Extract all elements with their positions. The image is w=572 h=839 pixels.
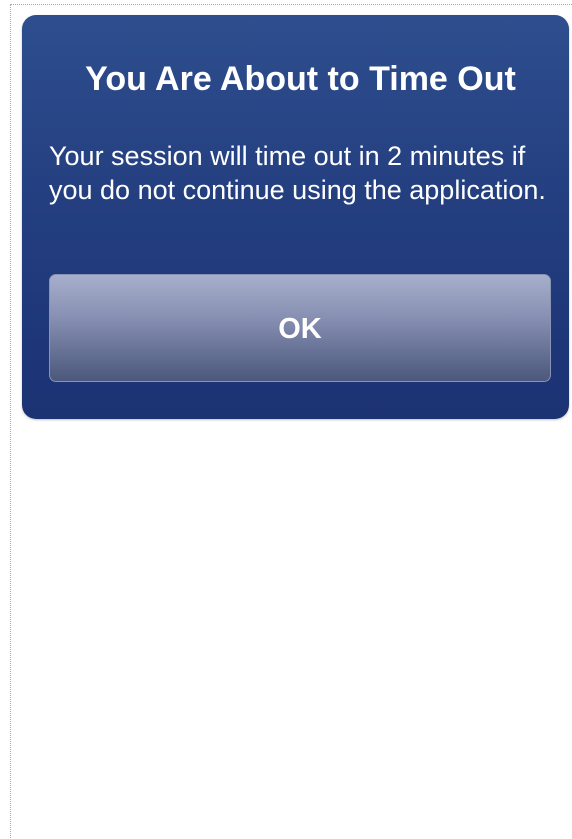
timeout-dialog: You Are About to Time Out Your session w…	[22, 15, 569, 419]
dialog-title: You Are About to Time Out	[85, 60, 516, 98]
ok-button-label: OK	[278, 313, 322, 345]
ok-button[interactable]: OK	[49, 274, 551, 382]
dialog-message: Your session will time out in 2 minutes …	[49, 141, 546, 205]
